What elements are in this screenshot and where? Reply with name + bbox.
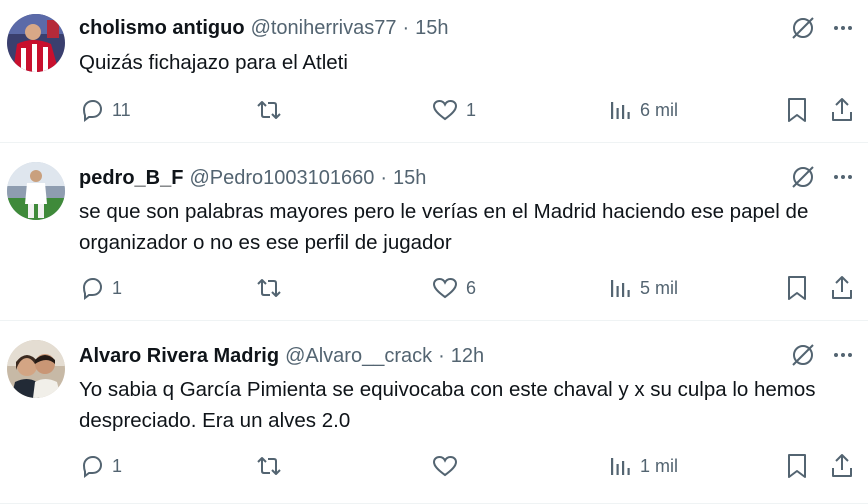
- timestamp[interactable]: 12h: [451, 345, 484, 368]
- views-button[interactable]: 1 mil: [610, 451, 678, 481]
- views-icon: [611, 280, 630, 297]
- grok-icon[interactable]: [790, 164, 816, 190]
- avatar[interactable]: [7, 340, 65, 398]
- views-icon: [611, 102, 630, 119]
- display-name[interactable]: cholismo antiguo: [79, 17, 245, 40]
- retweet-icon: [257, 279, 281, 297]
- like-button[interactable]: 1: [432, 95, 476, 125]
- tweet-header: pedro_B_F @Pedro1003101660 · 15h: [79, 163, 426, 193]
- bookmark-button[interactable]: [786, 95, 808, 125]
- separator-dot: ·: [380, 166, 388, 189]
- reply-count: 1: [112, 277, 123, 298]
- reply-button[interactable]: 11: [80, 95, 131, 125]
- separator-dot: ·: [438, 344, 445, 367]
- share-icon: [832, 98, 852, 121]
- like-button[interactable]: 6: [432, 273, 476, 303]
- reply-icon: [82, 277, 103, 300]
- grok-icon[interactable]: [790, 15, 816, 41]
- views-count: 6 mil: [640, 99, 679, 120]
- heart-icon: [432, 99, 458, 121]
- share-button[interactable]: [830, 451, 854, 481]
- share-icon: [832, 454, 852, 477]
- more-icon[interactable]: [830, 164, 856, 190]
- display-name[interactable]: pedro_B_F: [79, 167, 183, 190]
- views-button[interactable]: 5 mil: [610, 273, 678, 303]
- more-icon[interactable]: [830, 342, 856, 368]
- views-button[interactable]: 6 mil: [610, 95, 678, 125]
- reply-icon: [82, 455, 103, 478]
- user-handle[interactable]: @Alvaro__crack: [285, 345, 432, 368]
- heart-icon: [432, 455, 458, 477]
- tweet[interactable]: Alvaro Rivera Madrig @Alvaro__crack · 12…: [0, 321, 868, 504]
- avatar[interactable]: [7, 162, 65, 220]
- tweet-text: Quizás fichajazo para el Atleti: [79, 51, 348, 74]
- retweet-button[interactable]: [256, 273, 290, 303]
- bookmark-icon: [788, 454, 806, 478]
- tweet-header: Alvaro Rivera Madrig @Alvaro__crack · 12…: [79, 341, 484, 371]
- avatar[interactable]: [7, 14, 65, 72]
- share-icon: [832, 276, 852, 299]
- reply-button[interactable]: 1: [80, 273, 122, 303]
- views-icon: [611, 458, 630, 475]
- bookmark-button[interactable]: [786, 273, 808, 303]
- bookmark-icon: [788, 276, 806, 300]
- bookmark-icon: [788, 98, 806, 122]
- more-icon[interactable]: [830, 15, 856, 41]
- tweet[interactable]: cholismo antiguo @toniherrivas77 · 15h Q…: [0, 0, 868, 143]
- user-handle[interactable]: @Pedro1003101660: [189, 167, 374, 190]
- display-name[interactable]: Alvaro Rivera Madrig: [79, 345, 279, 368]
- retweet-icon: [257, 457, 281, 475]
- share-button[interactable]: [830, 95, 854, 125]
- tweet-header: cholismo antiguo @toniherrivas77 · 15h: [79, 13, 449, 43]
- retweet-button[interactable]: [256, 95, 290, 125]
- user-handle[interactable]: @toniherrivas77: [251, 17, 397, 40]
- reply-icon: [82, 99, 103, 122]
- views-count: 5 mil: [640, 277, 679, 298]
- separator-dot: ·: [402, 16, 410, 39]
- timestamp[interactable]: 15h: [393, 167, 426, 190]
- retweet-button[interactable]: [256, 451, 290, 481]
- views-count: 1 mil: [640, 455, 679, 476]
- reply-button[interactable]: 1: [80, 451, 122, 481]
- heart-icon: [432, 277, 458, 299]
- like-button[interactable]: [432, 451, 466, 481]
- tweet[interactable]: pedro_B_F @Pedro1003101660 · 15h se que …: [0, 143, 868, 321]
- like-count: 1: [466, 99, 477, 120]
- tweet-text: se que son palabras mayores pero le verí…: [79, 200, 809, 254]
- retweet-icon: [257, 101, 281, 119]
- like-count: 6: [466, 277, 477, 298]
- tweet-text: Yo sabia q García Pimienta se equivocaba…: [79, 378, 816, 432]
- bookmark-button[interactable]: [786, 451, 808, 481]
- share-button[interactable]: [830, 273, 854, 303]
- grok-icon[interactable]: [790, 342, 816, 368]
- reply-count: 11: [112, 99, 131, 120]
- timestamp[interactable]: 15h: [415, 17, 448, 40]
- reply-count: 1: [112, 455, 123, 476]
